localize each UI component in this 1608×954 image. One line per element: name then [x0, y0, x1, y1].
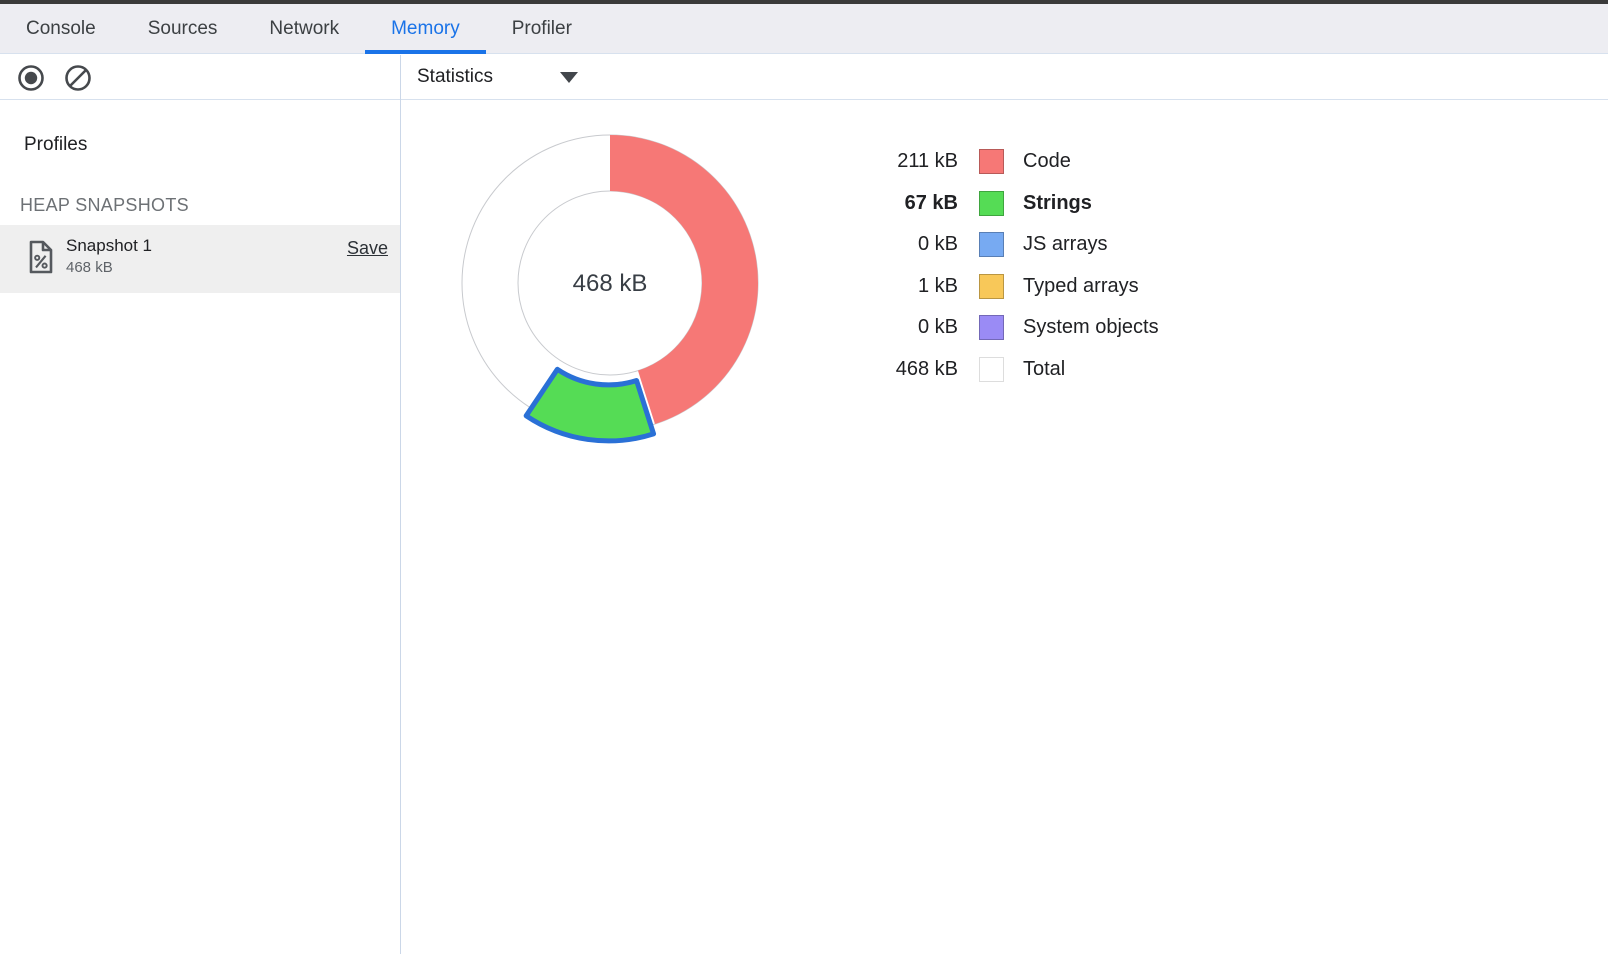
legend-value: 67 kB [848, 192, 958, 215]
legend-row-typed-arrays[interactable]: 1 kB Typed arrays [848, 266, 1159, 308]
record-heap-snapshot-button[interactable] [16, 63, 46, 93]
statistics-view-dropdown[interactable]: Statistics [417, 55, 597, 99]
clear-all-icon [63, 63, 93, 93]
legend-row-code[interactable]: 211 kB Code [848, 141, 1159, 183]
legend-value: 211 kB [848, 150, 958, 173]
legend-label: Typed arrays [1023, 275, 1139, 298]
legend-row-strings[interactable]: 67 kB Strings [848, 183, 1159, 225]
tab-profiler[interactable]: Profiler [486, 4, 598, 53]
memory-toolbar: Statistics [0, 55, 1608, 100]
dropdown-arrow-icon [560, 72, 578, 83]
heap-statistics-donut-chart: 468 kB [445, 118, 785, 458]
donut-slice-strings[interactable] [526, 369, 653, 441]
devtools-tabbar: Console Sources Network Memory Profiler [0, 4, 1608, 54]
legend-value: 468 kB [848, 358, 958, 381]
record-icon [16, 63, 46, 93]
legend-swatch-strings [979, 191, 1004, 216]
profiles-heading: Profiles [24, 134, 87, 156]
snapshot-size: 468 kB [66, 259, 113, 276]
save-snapshot-link[interactable]: Save [347, 238, 388, 259]
profiles-sidebar: Profiles HEAP SNAPSHOTS Snapshot 1 468 k… [0, 101, 400, 954]
tab-memory[interactable]: Memory [365, 4, 486, 53]
tab-sources[interactable]: Sources [122, 4, 244, 53]
legend-label: Code [1023, 150, 1071, 173]
legend-label: System objects [1023, 316, 1159, 339]
legend-value: 0 kB [848, 233, 958, 256]
snapshot-title: Snapshot 1 [66, 236, 152, 256]
devtools-window: Console Sources Network Memory Profiler … [0, 0, 1608, 954]
statistics-panel: 468 kB 211 kB Code 67 kB Strings 0 kB JS… [401, 101, 1608, 954]
legend-swatch-total [979, 357, 1004, 382]
legend-swatch-typed-arrays [979, 274, 1004, 299]
statistics-legend: 211 kB Code 67 kB Strings 0 kB JS arrays… [848, 141, 1159, 390]
legend-label: Total [1023, 358, 1065, 381]
tab-console[interactable]: Console [0, 4, 122, 53]
donut-center-label: 468 kB [573, 270, 648, 297]
snapshot-list-item[interactable]: Snapshot 1 468 kB Save [0, 225, 400, 293]
heap-snapshots-section-heading: HEAP SNAPSHOTS [20, 195, 189, 216]
legend-value: 0 kB [848, 316, 958, 339]
heap-snapshot-file-icon [27, 240, 55, 274]
statistics-view-label: Statistics [417, 66, 493, 88]
legend-swatch-js-arrays [979, 232, 1004, 257]
legend-value: 1 kB [848, 275, 958, 298]
legend-label: Strings [1023, 192, 1092, 215]
clear-profiles-button[interactable] [63, 63, 93, 93]
legend-swatch-system-objects [979, 315, 1004, 340]
legend-swatch-code [979, 149, 1004, 174]
tab-network[interactable]: Network [243, 4, 365, 53]
legend-label: JS arrays [1023, 233, 1107, 256]
legend-row-total[interactable]: 468 kB Total [848, 349, 1159, 391]
legend-row-system-objects[interactable]: 0 kB System objects [848, 307, 1159, 349]
legend-row-js-arrays[interactable]: 0 kB JS arrays [848, 224, 1159, 266]
